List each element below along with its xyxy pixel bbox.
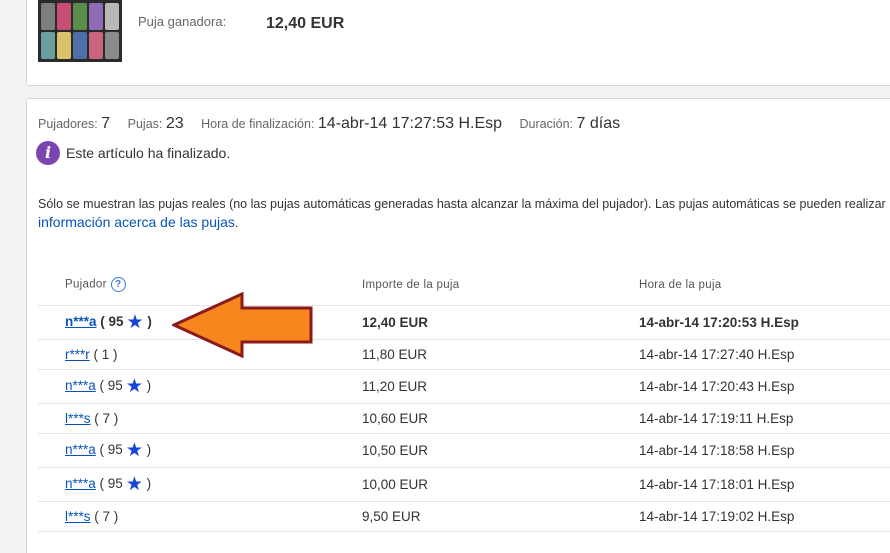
bid-amount: 10,50 EUR (334, 433, 611, 468)
bidder-link[interactable]: l***s (65, 411, 91, 426)
table-row: r***r ( 1 ) 11,80 EUR 14-abr-14 17:27:40… (38, 339, 890, 370)
bids-info-link-suffix: . (234, 216, 239, 230)
bid-amount: 10,00 EUR (334, 467, 611, 502)
bidder-link[interactable]: l***s (65, 509, 91, 524)
item-summary-card: Puja ganadora: 12,40 EUR (26, 0, 890, 86)
bids-value: 23 (165, 115, 184, 132)
winning-bid-label: Puja ganadora: (138, 14, 227, 29)
arrow-annotation-icon (172, 292, 313, 358)
bidder-link[interactable]: n***a (65, 442, 96, 457)
bidders-value: 7 (101, 115, 111, 132)
table-row: l***s ( 7 ) 10,60 EUR 14-abr-14 17:19:11… (38, 403, 890, 434)
bid-time: 14-abr-14 17:20:53 H.Esp (611, 305, 890, 340)
feedback-score: ( 95 (100, 313, 124, 329)
bid-time: 14-abr-14 17:19:02 H.Esp (611, 501, 890, 532)
bidder-header-label: Pujador (65, 278, 107, 291)
bidder-cell: n***a ( 95 ★ ) (38, 433, 334, 468)
bidder-cell: n***a ( 95 ★ ) (38, 369, 334, 404)
bidders-label: Pujadores: (38, 117, 98, 131)
winning-bid-value: 12,40 EUR (266, 15, 345, 32)
bidder-link[interactable]: n***a (65, 476, 96, 491)
duration-label: Duración: (519, 117, 574, 131)
table-row: n***a ( 95 ★ ) 10,00 EUR 14-abr-14 17:18:… (38, 467, 890, 502)
table-row: l***s ( 7 ) 9,50 EUR 14-abr-14 17:19:02 … (38, 501, 890, 532)
star-icon: ★ (126, 311, 144, 333)
bid-amount: 10,60 EUR (334, 403, 611, 434)
bidder-link[interactable]: r***r (65, 347, 90, 362)
duration-value: 7 días (576, 115, 621, 132)
column-header-amount: Importe de la puja (334, 265, 611, 306)
star-icon: ★ (125, 473, 143, 495)
auction-ended-status: i Este artículo ha finalizado. (36, 141, 230, 165)
star-icon: ★ (125, 375, 143, 397)
end-time-label: Hora de finalización: (201, 117, 315, 131)
bid-amount: 11,20 EUR (334, 369, 611, 404)
auction-stats: Pujadores: 7 Pujas: 23 Hora de finalizac… (38, 115, 634, 133)
table-row: n***a ( 95 ★ ) 11,20 EUR 14-abr-14 17:20:… (38, 369, 890, 404)
bidder-cell: l***s ( 7 ) (38, 403, 334, 434)
star-icon: ★ (125, 439, 143, 461)
auction-ended-text: Este artículo ha finalizado. (66, 145, 231, 161)
bidder-link[interactable]: n***a (65, 314, 97, 329)
bids-notice: Sólo se muestran las pujas reales (no la… (38, 195, 890, 232)
info-icon: i (36, 141, 60, 165)
bid-time: 14-abr-14 17:18:58 H.Esp (611, 433, 890, 468)
bids-label: Pujas: (127, 117, 163, 131)
end-time-value: 14-abr-14 17:27:53 H.Esp (317, 115, 503, 132)
feedback-score: ( 7 ) (94, 410, 119, 426)
bid-time: 14-abr-14 17:27:40 H.Esp (611, 339, 890, 370)
feedback-close: ) (147, 313, 152, 329)
item-thumbnail[interactable] (38, 0, 122, 62)
bid-amount: 9,50 EUR (334, 501, 611, 532)
feedback-score: ( 95 (99, 441, 123, 457)
table-row: n***a ( 95 ★ ) 12,40 EUR 14-abr-14 17:20:… (38, 305, 890, 340)
table-header-row: Pujador? Importe de la puja Hora de la p… (38, 265, 890, 306)
feedback-score: ( 95 (99, 377, 123, 393)
bids-info-link[interactable]: información acerca de las pujas (38, 214, 235, 230)
feedback-close: ) (146, 377, 152, 393)
bid-time: 14-abr-14 17:19:11 H.Esp (611, 403, 890, 434)
table-row: n***a ( 95 ★ ) 10,50 EUR 14-abr-14 17:18:… (38, 433, 890, 468)
feedback-score: ( 1 ) (93, 346, 118, 362)
bid-time: 14-abr-14 17:20:43 H.Esp (611, 369, 890, 404)
bid-history-table: Pujador? Importe de la puja Hora de la p… (38, 265, 890, 532)
bidder-cell: l***s ( 7 ) (38, 501, 334, 532)
bid-amount: 12,40 EUR (334, 305, 611, 340)
feedback-close: ) (146, 475, 152, 491)
bids-notice-text: Sólo se muestran las pujas reales (no la… (38, 197, 886, 211)
bid-amount: 11,80 EUR (334, 339, 611, 370)
bid-history-card: Pujadores: 7 Pujas: 23 Hora de finalizac… (26, 98, 890, 553)
column-header-time: Hora de la puja (611, 265, 890, 306)
bidder-link[interactable]: n***a (65, 378, 96, 393)
feedback-score: ( 7 ) (94, 508, 119, 524)
bid-time: 14-abr-14 17:18:01 H.Esp (611, 467, 890, 502)
bidder-cell: n***a ( 95 ★ ) (38, 467, 334, 502)
feedback-score: ( 95 (99, 475, 123, 491)
feedback-close: ) (146, 441, 152, 457)
help-icon[interactable]: ? (110, 277, 126, 293)
